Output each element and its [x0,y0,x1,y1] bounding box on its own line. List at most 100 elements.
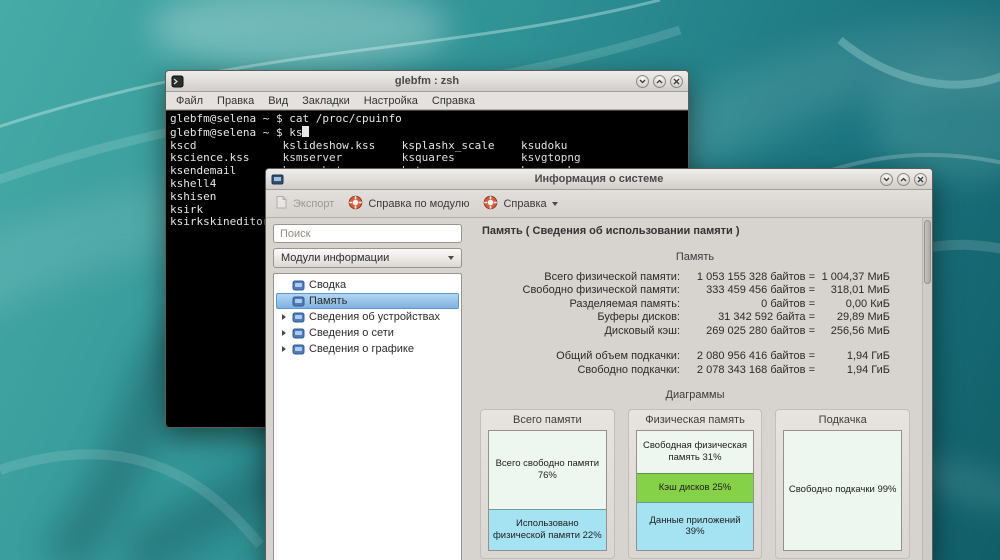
sidebar-item-label: Сведения об устройствах [309,311,440,323]
chart-area: Всего свободно памяти 76% Использовано ф… [488,429,607,551]
memory-stat-row: Дисковый кэш: 269 025 280 байтов = 256,5… [500,324,890,338]
terminal-window-icon [171,75,184,88]
menu-item[interactable]: Справка [425,94,482,108]
module-icon [292,279,305,292]
dropdown-selected-value: Модули информации [281,252,390,264]
module-sidebar: Модули информации Сводка [266,218,468,560]
chart-segment-label: Использовано физической памяти 22% [492,518,602,541]
stat-bytes: 1 053 155 328 байтов = [696,270,815,283]
expander-icon[interactable] [280,330,288,336]
help-buoy-icon [483,195,498,213]
infocenter-toolbar: Экспорт Справка по модулю Справка [266,190,932,218]
sidebar-item[interactable]: Сведения о сети [276,325,459,341]
maximize-button[interactable] [897,172,910,186]
chart-title: Физическая память [645,413,745,426]
minimize-button[interactable] [880,172,893,186]
memory-stat-row: Общий объем подкачки: 2 080 956 416 байт… [500,350,890,364]
help-menu-label: Справка [503,197,547,210]
page-title: Память ( Сведения об использовании памят… [482,225,740,237]
sidebar-item[interactable]: Сводка [276,277,459,293]
menu-item[interactable]: Файл [169,94,210,108]
chart-title: Подкачка [818,413,867,426]
export-button[interactable]: Экспорт [274,195,334,212]
infocenter-window-icon [271,173,284,186]
chart-panel: Подкачка Свободно подкачки 99% [775,408,911,559]
close-button[interactable] [914,172,927,186]
stat-human: 0,00 КиБ [845,297,890,310]
sidebar-item[interactable]: Сведения о графике [276,341,459,357]
chart-segment-label: Кэш дисков 25% [658,482,732,494]
chart-segment: Всего свободно памяти 76% [489,430,606,509]
chart-segment: Свободно подкачки 99% [784,430,902,550]
stat-label: Дисковый кэш: [604,324,680,337]
chart-swap: Подкачка Свободно подкачки 99% 1,94 ГиБ … [775,408,911,560]
stat-bytes: 0 байтов = [761,297,815,310]
export-label: Экспорт [293,197,335,210]
minimize-button[interactable] [636,74,649,88]
menu-item[interactable]: Настройка [357,94,425,108]
menu-item[interactable]: Вид [261,94,295,108]
terminal-cursor [302,125,310,137]
terminal-menubar: Файл Правка Вид Закладки Настройка Справка [166,92,688,110]
stat-label: Разделяемая память: [569,297,680,310]
menu-item[interactable]: Закладки [295,94,357,108]
terminal-titlebar[interactable]: glebfm : zsh [166,71,688,92]
chart-physical-memory: Физическая память Свободная физическая п… [627,408,763,560]
help-buoy-icon [348,195,363,213]
help-menu-button[interactable]: Справка [483,195,558,213]
chart-segment-label: Свободно подкачки 99% [788,484,897,496]
stat-bytes: 2 078 343 168 байтов = [696,363,815,376]
chart-segment: Свободная физическая память 31% [636,430,754,473]
stat-bytes: 2 080 956 416 байтов = [696,350,815,363]
stat-bytes: 333 459 456 байтов = [706,284,815,297]
stat-label: Общий объем подкачки: [556,350,680,363]
module-icon [292,343,305,356]
memory-stats-table: Всего физической памяти: 1 053 155 328 б… [500,270,890,377]
stat-human: 318,01 МиБ [830,284,890,297]
memory-stat-row: Разделяемая память: 0 байтов = 0,00 КиБ [500,297,890,311]
stat-human: 1 004,37 МиБ [821,270,890,283]
chart-panel: Всего памяти Всего свободно памяти 76% И… [480,408,615,559]
sidebar-item[interactable]: Память [276,293,459,309]
terminal-title: glebfm : zsh [394,75,460,87]
close-button[interactable] [670,74,683,88]
chart-segment: Кэш дисков 25% [636,472,754,502]
charts-group-title: Диаграммы [665,388,725,401]
vertical-scrollbar[interactable] [922,218,932,560]
module-category-dropdown[interactable]: Модули информации [273,248,462,268]
chart-segment: Данные приложений 39% [636,501,754,550]
chart-panel: Физическая память Свободная физическая п… [627,408,763,559]
search-input[interactable] [273,224,462,243]
module-tree: Сводка Память Сведения об устройствах Св… [273,273,462,560]
module-icon [292,327,305,340]
stat-human: 256,56 МиБ [830,324,890,337]
memory-stat-row: Свободно физической памяти: 333 459 456 … [500,284,890,298]
sidebar-item-label: Память [309,295,348,307]
infocenter-title: Информация о системе [534,173,664,185]
stat-label: Буферы дисков: [597,311,680,324]
infocenter-window: Информация о системе Экспорт Справка по … [265,168,933,560]
memory-charts: Всего памяти Всего свободно памяти 76% И… [480,408,911,560]
infocenter-titlebar[interactable]: Информация о системе [266,169,932,190]
stat-bytes: 269 025 280 байтов = [706,324,815,337]
module-icon [292,311,305,324]
chevron-down-icon [448,256,454,260]
menu-item[interactable]: Правка [210,94,261,108]
module-help-button[interactable]: Справка по модулю [348,195,469,213]
memory-module-page: Память ( Сведения об использовании памят… [468,218,922,560]
stat-label: Всего физической памяти: [544,270,680,283]
scrollbar-thumb[interactable] [924,220,931,284]
sidebar-item[interactable]: Сведения об устройствах [276,309,459,325]
export-icon [274,195,288,212]
stat-label: Свободно подкачки: [577,363,680,376]
chart-area: Свободно подкачки 99% [783,429,903,551]
chart-area: Свободная физическая память 31% Кэш диск… [635,429,755,551]
sidebar-item-label: Сводка [309,279,347,291]
expander-icon[interactable] [280,314,288,320]
chevron-down-icon [551,201,558,206]
stat-human: 1,94 ГиБ [846,363,890,376]
maximize-button[interactable] [653,74,666,88]
expander-icon[interactable] [280,346,288,352]
chart-title: Всего памяти [512,413,582,426]
sidebar-item-label: Сведения о сети [309,327,394,339]
